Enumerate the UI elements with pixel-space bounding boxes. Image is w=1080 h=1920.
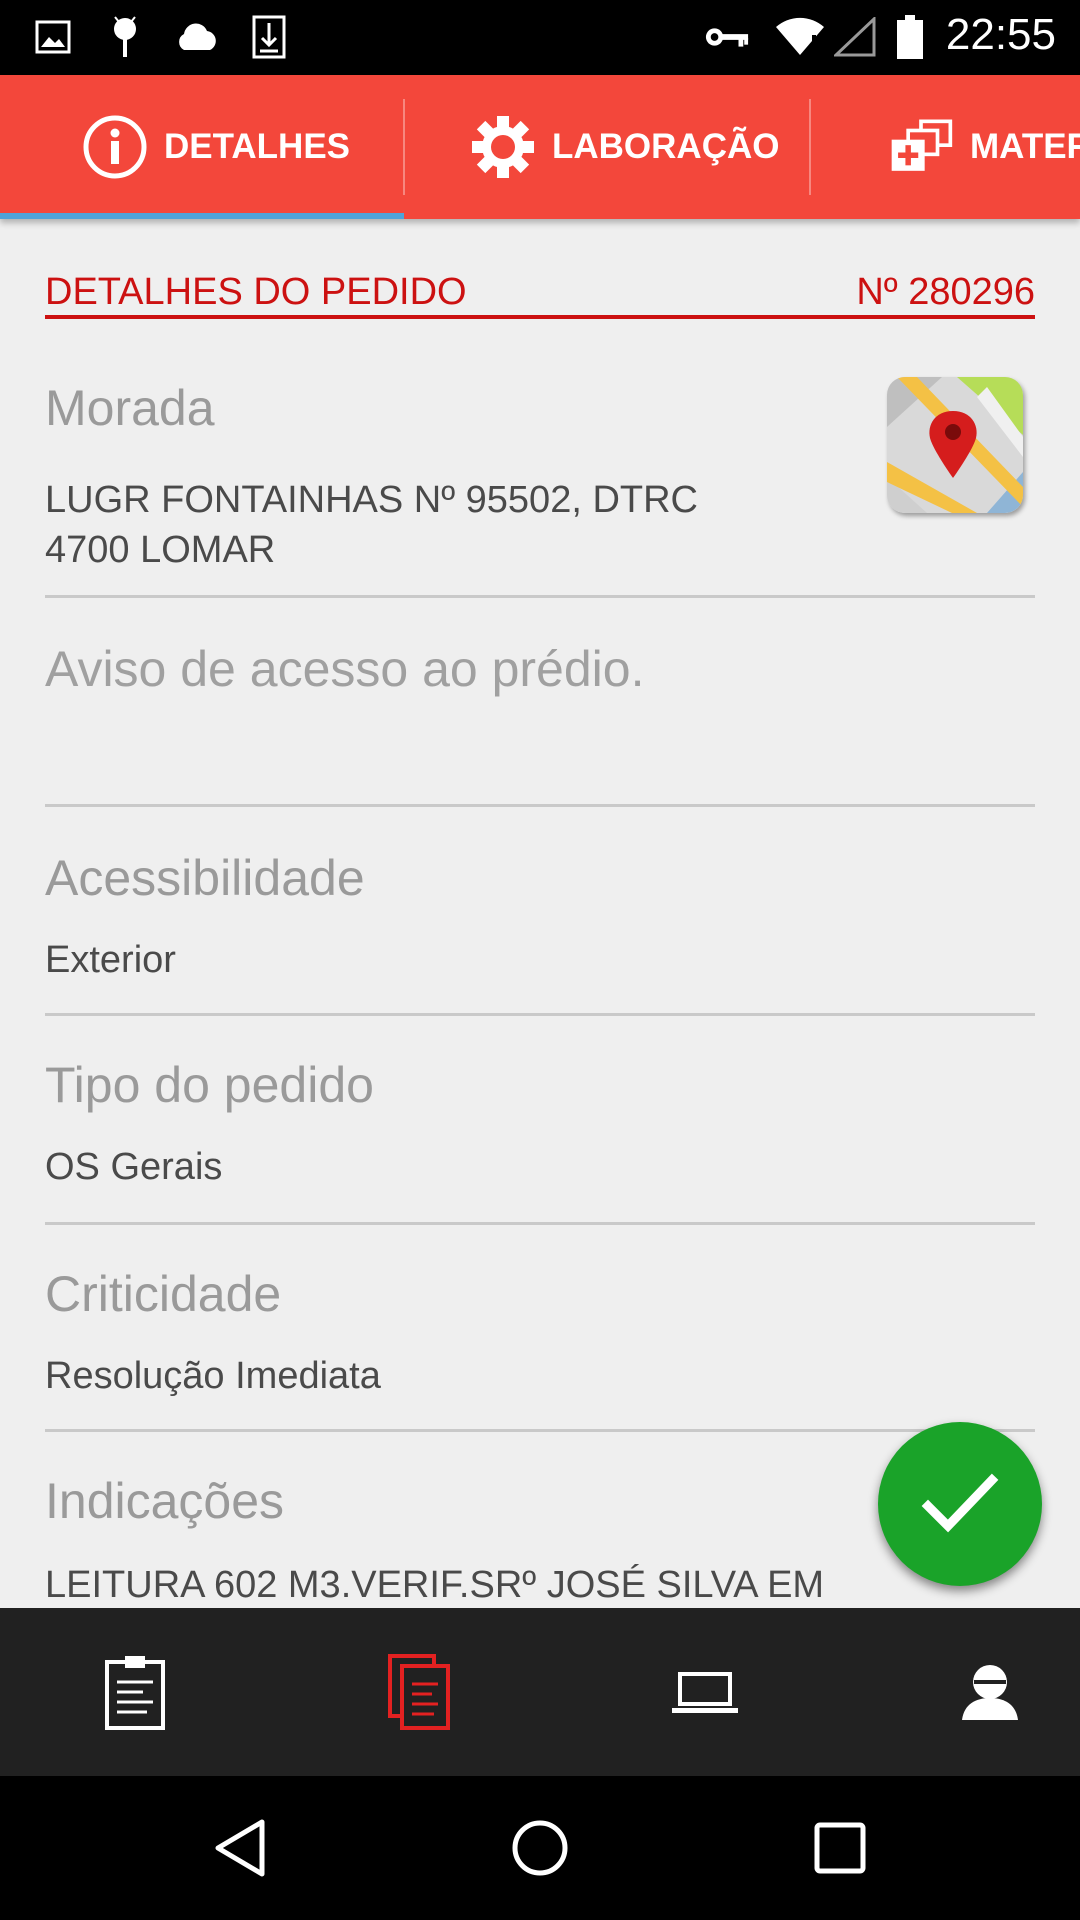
tab-label: DETALHES <box>164 127 351 166</box>
info-icon <box>82 114 148 180</box>
tab-divider <box>809 99 811 195</box>
cloud-icon <box>174 14 220 60</box>
tab-label: LABORAÇÃO <box>552 127 780 166</box>
tab-label: MATERIAIS <box>970 127 1080 166</box>
back-icon <box>215 1819 265 1877</box>
vpn-key-icon <box>704 14 750 60</box>
order-details-content[interactable]: DETALHES DO PEDIDO Nº 280296 Morada LUGR… <box>0 219 1080 1608</box>
nav-documents[interactable] <box>285 1608 555 1776</box>
tab-materiais[interactable]: MATERIAIS <box>888 75 1080 219</box>
address-line-1: LUGR FONTAINHAS Nº 95502, DTRC <box>45 479 698 521</box>
battery-icon <box>890 14 930 60</box>
field-label: Criticidade <box>45 1266 282 1322</box>
nav-laptop[interactable] <box>570 1608 840 1776</box>
laptop-icon <box>672 1672 738 1713</box>
tab-divider <box>403 99 405 195</box>
aviso-field[interactable]: Aviso de acesso ao prédio. <box>45 598 1035 807</box>
field-value: OS Gerais <box>45 1146 223 1188</box>
checkmark-icon <box>921 1473 999 1533</box>
documents-icon <box>388 1654 450 1730</box>
field-value: Resolução Imediata <box>45 1355 381 1397</box>
system-navigation <box>0 1776 1080 1920</box>
section-title: DETALHES DO PEDIDO <box>45 271 467 313</box>
tab-laboracao[interactable]: LABORAÇÃO <box>470 75 779 219</box>
map-pin-icon <box>887 377 1023 513</box>
home-button[interactable] <box>470 1776 610 1920</box>
nav-user[interactable] <box>855 1608 1080 1776</box>
confirm-fab-button[interactable] <box>878 1422 1042 1586</box>
bottom-navigation <box>0 1608 1080 1776</box>
field-value: LEITURA 602 M3.VERIF.SRº JOSÉ SILVA EM <box>45 1564 825 1606</box>
signal-icon <box>832 14 878 60</box>
tab-detalhes[interactable]: DETALHES <box>82 75 350 219</box>
wifi-icon <box>774 14 826 60</box>
map-button[interactable] <box>887 377 1023 513</box>
criticidade-field: Criticidade Resolução Imediata <box>45 1225 1035 1432</box>
add-materials-icon <box>888 114 954 180</box>
home-icon <box>512 1820 568 1876</box>
tab-bar: DETALHES LABORAÇÃO MATER <box>0 75 1080 219</box>
morada-field: Morada LUGR FONTAINHAS Nº 95502, DTRC 47… <box>45 377 1035 598</box>
field-label: Indicações <box>45 1473 285 1529</box>
field-label: Tipo do pedido <box>45 1057 374 1113</box>
field-label: Acessibilidade <box>45 850 365 906</box>
order-number: Nº 280296 <box>856 271 1035 313</box>
android-icon <box>102 14 148 60</box>
download-icon <box>246 14 292 60</box>
image-icon <box>30 14 76 60</box>
nav-clipboard[interactable] <box>0 1608 270 1776</box>
recents-button[interactable] <box>770 1776 910 1920</box>
aviso-placeholder: Aviso de acesso ao prédio. <box>45 641 645 697</box>
tipo-pedido-field: Tipo do pedido OS Gerais <box>45 1016 1035 1225</box>
acessibilidade-field: Acessibilidade Exterior <box>45 807 1035 1016</box>
recents-icon <box>814 1822 866 1874</box>
status-bar: 22:55 <box>0 0 1080 75</box>
field-value: Exterior <box>45 939 176 981</box>
field-label: Morada <box>45 380 215 436</box>
gear-icon <box>470 114 536 180</box>
clipboard-icon <box>105 1656 165 1730</box>
user-icon <box>962 1665 1018 1720</box>
clock: 22:55 <box>945 10 1056 59</box>
section-header: DETALHES DO PEDIDO Nº 280296 <box>45 271 1035 319</box>
address-line-2: 4700 LOMAR <box>45 529 276 571</box>
back-button[interactable] <box>170 1776 310 1920</box>
